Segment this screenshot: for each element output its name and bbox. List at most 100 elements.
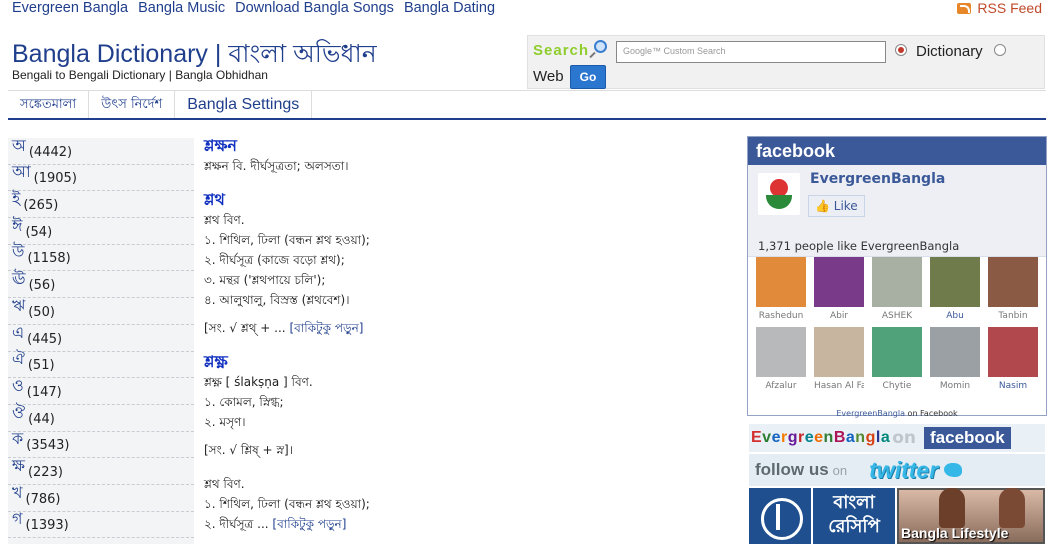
letter-index-item[interactable]: ঊ (56) [8,269,194,299]
letter-count: (786) [25,491,61,507]
letter-index-item[interactable]: ক্ষ (223) [8,456,194,485]
letter-index-item[interactable]: খ (786) [8,483,194,512]
fan-name[interactable]: Rashedun [756,311,806,321]
letter-link[interactable]: আ [12,159,31,186]
letter-link[interactable]: ঐ [12,346,25,373]
entry-definition-line: ২. মসৃণ। [204,415,246,429]
fan-avatar[interactable] [814,327,864,377]
follow-us-text: follow us on [755,460,848,479]
fan-avatar[interactable] [872,327,922,377]
fan-avatar[interactable] [872,257,922,307]
facebook-like-button[interactable]: 👍 Like [808,195,865,217]
letter-link[interactable]: ঔ [12,400,25,427]
fan-name[interactable]: ASHEK [872,311,922,321]
letter-link[interactable]: এ [12,320,24,347]
letter-index-item[interactable]: ই (265) [8,189,194,219]
go-button[interactable]: Go [570,65,606,89]
fan-avatar[interactable] [930,257,980,307]
rss-feed[interactable]: RSS Feed [957,0,1042,16]
facebook-fan[interactable]: Abir [814,257,864,321]
fan-name[interactable]: Afzalur [756,381,806,391]
fan-avatar[interactable] [930,327,980,377]
fan-avatar[interactable] [756,327,806,377]
topnav-link-evergreen[interactable]: Evergreen Bangla [12,0,128,18]
magnifier-icon [594,40,607,53]
web-radio[interactable] [994,44,1006,56]
letter-index-item[interactable]: ক (3543) [8,429,194,459]
facebook-fan[interactable]: Abu [930,257,980,321]
letter-index-item[interactable]: ও (147) [8,376,194,405]
fan-name[interactable]: Momin [930,381,980,391]
letter-count: (44) [28,411,55,427]
entry-headword[interactable]: শ্লক্ষন [204,136,534,156]
read-more-link[interactable]: [বাকিটুকু পড়ুন] [272,517,346,531]
letter-count: (445) [27,331,63,347]
fan-avatar[interactable] [988,327,1038,377]
letter-link[interactable]: ঊ [12,266,26,293]
menu-item-abbreviations[interactable]: সঙ্কেতমালা [8,91,90,118]
letter-link[interactable]: ঋ [12,293,25,320]
banner-evergreen-text: EvergreenBangla [751,429,891,446]
facebook-fan[interactable]: ASHEK [872,257,922,321]
entry-definition-line: ২. দীর্ঘসূত্র ... [বাকিটুকু পড়ুন] [204,517,347,531]
evergreen-facebook-banner[interactable]: EvergreenBangla on facebook [749,424,1045,452]
facebook-fan[interactable]: Hasan Al Fa [814,327,864,391]
facebook-fan[interactable]: Afzalur [756,327,806,391]
facebook-footer-link[interactable]: EvergreenBangla [836,409,905,418]
dictionary-radio-label: Dictionary [916,43,983,60]
letter-link[interactable]: খ [12,480,23,507]
letter-index-item[interactable]: অ (4442) [8,136,194,165]
fan-avatar[interactable] [814,257,864,307]
letter-link[interactable]: ঈ [12,213,22,240]
letter-link[interactable]: ই [12,186,20,213]
letter-index-item[interactable]: উ (1158) [8,242,194,272]
twitter-follow-banner[interactable]: follow us on twitter [749,454,1045,486]
facebook-page-name[interactable]: EvergreenBangla [810,171,945,187]
bangla-recipe-tile[interactable]: বাংলা রেসিপি [813,488,895,544]
entry-headword[interactable]: শ্লথ [204,190,534,210]
facebook-fan[interactable]: Chytie [872,327,922,391]
facebook-like-count: 1,371 people like EvergreenBangla [758,239,960,253]
letter-index-item[interactable]: ঋ (50) [8,296,194,325]
menu-item-sources[interactable]: উৎস নির্দেশ [89,91,176,118]
facebook-fan[interactable]: Tanbin [988,257,1038,321]
evergreen-logo-icon[interactable] [758,173,800,215]
fan-name[interactable]: Abir [814,311,864,321]
cutlery-icon[interactable] [749,488,811,544]
topnav-link-download[interactable]: Download Bangla Songs [235,0,394,18]
topnav-link-music[interactable]: Bangla Music [138,0,225,18]
letter-link[interactable]: গ [12,506,23,533]
entry-definition-line: ১. কোমল, স্নিগ্ধ; [204,395,284,409]
fan-name[interactable]: Tanbin [988,311,1038,321]
letter-index-item[interactable]: ঈ (54) [8,216,194,245]
lifestyle-caption: Bangla Lifestyle [901,525,1009,541]
twitter-text: twitter [869,456,939,483]
read-more-link[interactable]: [বাকিটুকু পড়ুন] [289,321,363,335]
letter-index-item[interactable]: এ (445) [8,323,194,352]
letter-index-item[interactable]: ঐ (51) [8,349,194,379]
bangla-lifestyle-tile[interactable]: Bangla Lifestyle [897,488,1045,544]
dictionary-radio[interactable] [895,44,907,56]
facebook-fan[interactable]: Momin [930,327,980,391]
letter-link[interactable]: ও [12,373,24,400]
fan-name[interactable]: Nasim [988,381,1038,391]
topnav-link-dating[interactable]: Bangla Dating [404,0,495,18]
fan-name[interactable]: Abu [930,311,980,321]
letter-index-item[interactable]: ঔ (44) [8,403,194,432]
letter-link[interactable]: উ [12,239,24,266]
search-input[interactable]: Google™ Custom Search [616,41,886,63]
letter-index-item[interactable]: আ (1905) [8,162,194,192]
facebook-fan[interactable]: Rashedun [756,257,806,321]
letter-link[interactable]: ক্ষ [12,453,25,480]
entry-headword[interactable]: শ্লক্ষ্ণ [204,352,534,372]
fan-avatar[interactable] [988,257,1038,307]
rss-feed-link[interactable]: RSS Feed [977,0,1042,16]
letter-index-item[interactable]: গ (1393) [8,509,194,539]
fan-name[interactable]: Hasan Al Fa [814,381,864,391]
letter-link[interactable]: অ [12,133,26,160]
menu-item-bangla-settings[interactable]: Bangla Settings [175,91,313,118]
fan-avatar[interactable] [756,257,806,307]
letter-link[interactable]: ক [12,426,23,453]
facebook-fan[interactable]: Nasim [988,327,1038,391]
fan-name[interactable]: Chytie [872,381,922,391]
